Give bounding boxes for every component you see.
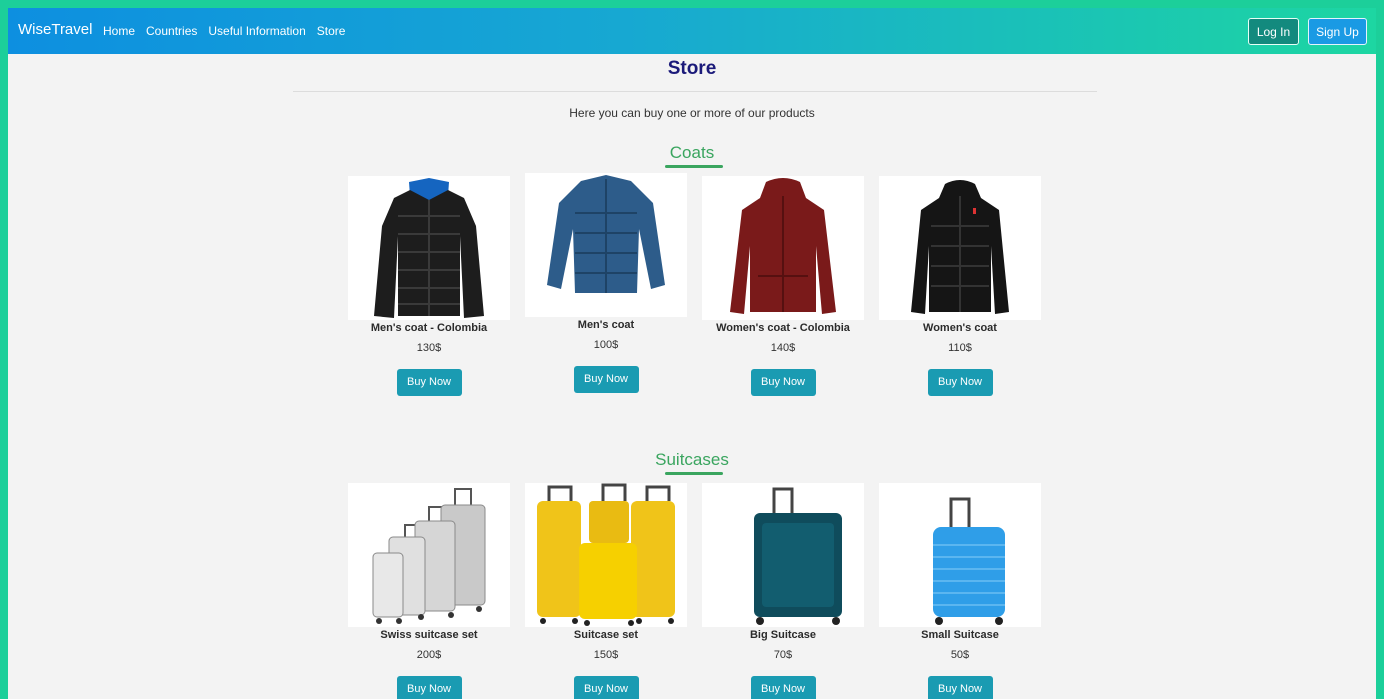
product-card: Small Suitcase 50$ Buy Now bbox=[878, 483, 1042, 699]
nav-links: Home Countries Useful Information Store bbox=[103, 24, 345, 38]
product-price: 140$ bbox=[770, 342, 796, 354]
product-card: Suitcase set 150$ Buy Now bbox=[524, 483, 688, 699]
product-price: 130$ bbox=[416, 342, 442, 354]
navbar: WiseTravel Home Countries Useful Informa… bbox=[8, 8, 1376, 54]
product-image-blue-hard-suitcase bbox=[879, 483, 1041, 627]
product-price: 110$ bbox=[948, 342, 972, 354]
product-name: Small Suitcase bbox=[921, 629, 999, 641]
product-image-blue-puffer-jacket bbox=[525, 173, 687, 317]
buy-now-button[interactable]: Buy Now bbox=[927, 676, 993, 699]
product-card: Men's coat 100$ Buy Now bbox=[524, 173, 688, 393]
product-card: Big Suitcase 70$ Buy Now bbox=[701, 483, 865, 699]
section-underline bbox=[665, 165, 723, 168]
product-image-teal-soft-suitcase bbox=[702, 483, 864, 627]
product-card: Women's coat 110$ Buy Now bbox=[878, 176, 1042, 396]
product-price: 50$ bbox=[950, 649, 970, 661]
page-title: Store bbox=[667, 58, 717, 79]
buy-now-button[interactable]: Buy Now bbox=[750, 369, 816, 396]
buy-now-button[interactable]: Buy Now bbox=[750, 676, 816, 699]
product-name: Suitcase set bbox=[573, 629, 639, 641]
product-name: Swiss suitcase set bbox=[380, 629, 478, 641]
nav-link-useful-information[interactable]: Useful Information bbox=[208, 24, 305, 38]
title-divider bbox=[293, 91, 1097, 92]
signup-button[interactable]: Sign Up bbox=[1308, 18, 1367, 45]
product-price: 200$ bbox=[416, 649, 442, 661]
nav-link-store[interactable]: Store bbox=[317, 24, 346, 38]
section-underline bbox=[665, 472, 723, 475]
product-name: Big Suitcase bbox=[749, 629, 817, 641]
buy-now-button[interactable]: Buy Now bbox=[396, 676, 462, 699]
product-image-silver-suitcase-set bbox=[348, 483, 510, 627]
login-button[interactable]: Log In bbox=[1248, 18, 1299, 45]
product-name: Men's coat bbox=[577, 319, 635, 331]
section-heading-suitcases: Suitcases bbox=[655, 450, 729, 469]
page-frame: WiseTravel Home Countries Useful Informa… bbox=[8, 8, 1376, 699]
product-card: Men's coat - Colombia 130$ Buy Now bbox=[347, 176, 511, 396]
product-image-yellow-suitcase-set bbox=[525, 483, 687, 627]
product-card: Swiss suitcase set 200$ Buy Now bbox=[347, 483, 511, 699]
product-name: Men's coat - Colombia bbox=[370, 322, 488, 334]
product-name: Women's coat - Colombia bbox=[716, 322, 850, 334]
buy-now-button[interactable]: Buy Now bbox=[573, 676, 639, 699]
product-name: Women's coat bbox=[923, 322, 997, 334]
intro-text: Here you can buy one or more of our prod… bbox=[569, 106, 815, 120]
buy-now-button[interactable]: Buy Now bbox=[396, 369, 462, 396]
product-price: 150$ bbox=[593, 649, 619, 661]
nav-link-countries[interactable]: Countries bbox=[146, 24, 197, 38]
product-price: 100$ bbox=[593, 339, 619, 351]
product-price: 70$ bbox=[773, 649, 793, 661]
section-heading-coats: Coats bbox=[669, 143, 715, 162]
product-card: Women's coat - Colombia 140$ Buy Now bbox=[701, 176, 865, 396]
product-image-red-hooded-jacket bbox=[702, 176, 864, 320]
product-image-black-puffer-jacket bbox=[348, 176, 510, 320]
nav-link-home[interactable]: Home bbox=[103, 24, 135, 38]
brand-logo[interactable]: WiseTravel bbox=[18, 21, 92, 38]
buy-now-button[interactable]: Buy Now bbox=[573, 366, 639, 393]
buy-now-button[interactable]: Buy Now bbox=[927, 369, 993, 396]
product-image-black-hooded-jacket bbox=[879, 176, 1041, 320]
